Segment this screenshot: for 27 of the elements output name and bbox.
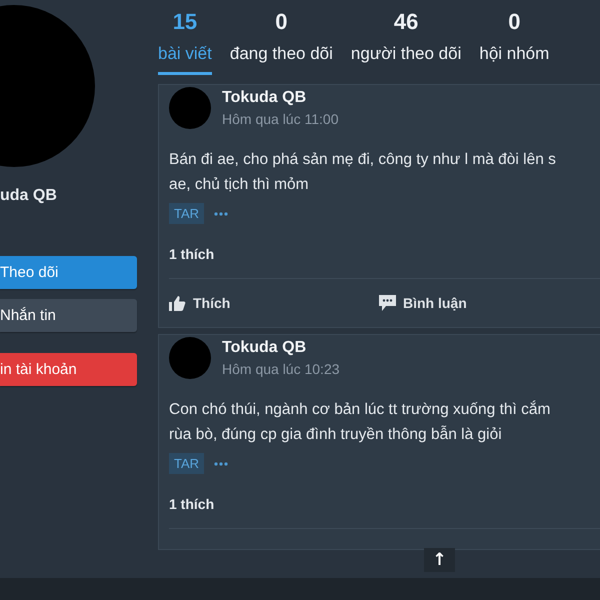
post-text: Bán đi ae, cho phá sản mẹ đi, công ty như l mà đòi lên s ae, chủ tịch thì mỏm <box>169 150 557 195</box>
comment-icon <box>379 295 396 311</box>
tag[interactable]: TAR <box>169 453 204 474</box>
author-avatar <box>169 337 211 379</box>
tag[interactable]: TAR <box>169 203 204 224</box>
stats-tab[interactable]: 15 bài viết <box>158 0 212 75</box>
like-count[interactable]: 1 thích <box>169 246 600 268</box>
follow-button[interactable]: Theo dõi <box>0 256 137 289</box>
stats-tab[interactable]: 0 hội nhóm <box>479 0 550 75</box>
profile-name: uda QB <box>0 186 58 206</box>
like-count[interactable]: 1 thích <box>169 496 600 518</box>
author-name[interactable]: Tokuda QB <box>222 338 340 358</box>
more-icon[interactable] <box>214 212 228 216</box>
account-action-button[interactable]: in tài khoản <box>0 353 137 386</box>
post-text: Con chó thúi, ngành cơ bản lúc tt trường xuống thì cắm rùa bò, đúng cp gia đình truyền thông bẫn là giỏi <box>169 400 552 445</box>
author-name[interactable]: Tokuda QB <box>222 88 338 108</box>
thumbs-up-icon <box>169 296 186 310</box>
scroll-top-button[interactable]: ↑ <box>424 548 455 572</box>
more-icon[interactable] <box>214 462 228 466</box>
comment-button[interactable]: Bình luận <box>379 295 589 311</box>
stats-tab[interactable]: 46 người theo dõi <box>350 0 462 75</box>
author-avatar <box>169 87 211 129</box>
post-time: Hôm qua lúc 10:23 <box>222 360 340 378</box>
like-button[interactable]: Thích <box>169 295 379 311</box>
stats-tab[interactable]: 0 đang theo dõi <box>230 0 333 75</box>
post-time: Hôm qua lúc 11:00 <box>222 110 338 128</box>
message-button[interactable]: Nhắn tin <box>0 299 137 332</box>
